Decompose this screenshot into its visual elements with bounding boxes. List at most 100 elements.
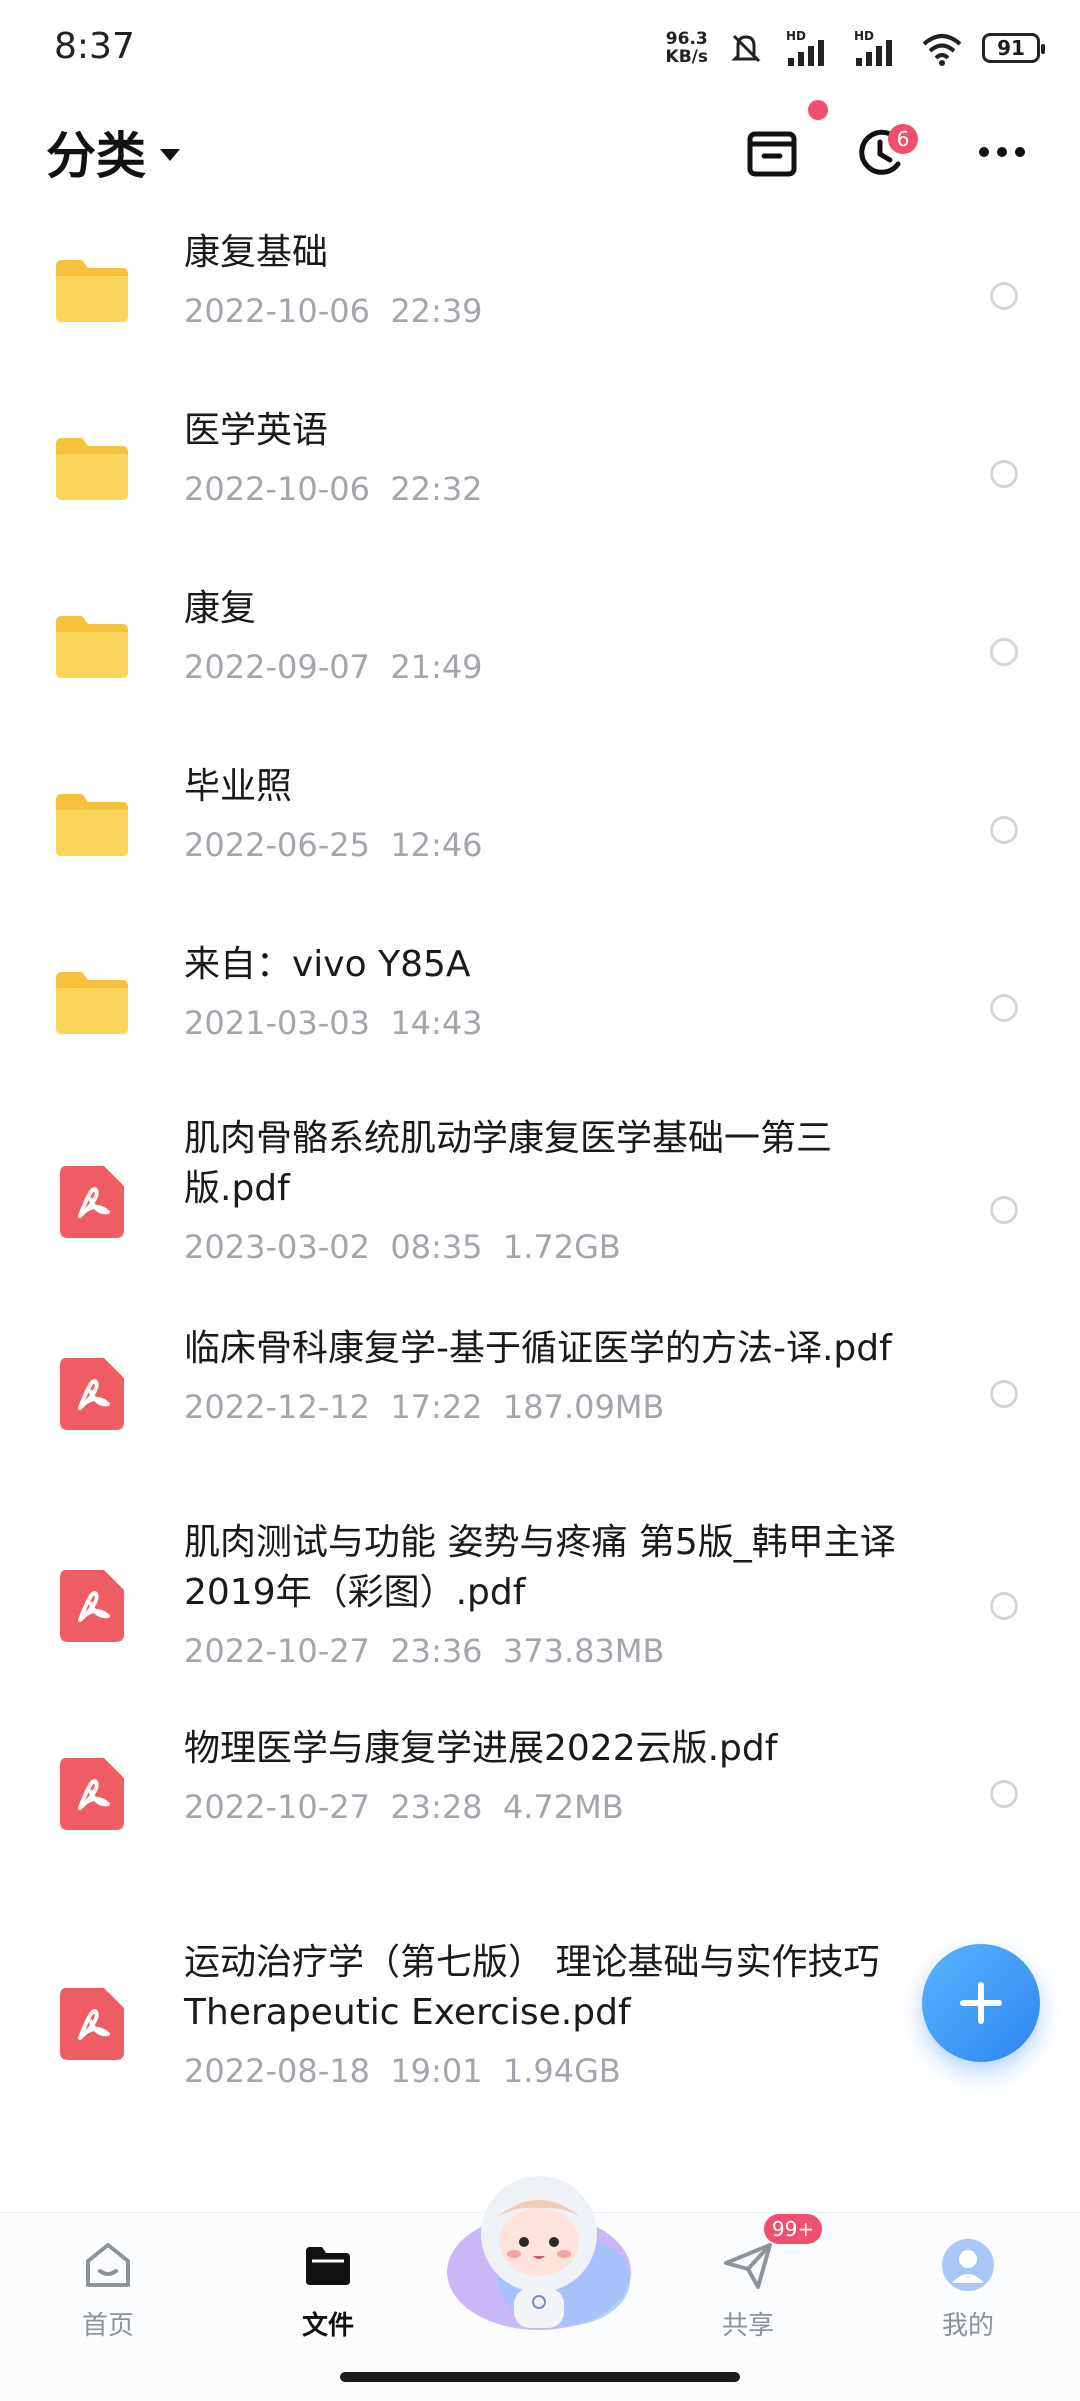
nav-files-label: 文件 <box>301 2311 354 2341</box>
file-time: 22:32 <box>390 470 483 508</box>
send-icon <box>724 2243 772 2289</box>
file-time: 23:36 <box>390 1632 483 1670</box>
file-time: 19:01 <box>390 2052 483 2090</box>
file-date: 2022-12-12 <box>184 1388 370 1426</box>
signal-label-1: HD <box>786 29 806 43</box>
file-name: 医学英语 <box>184 410 329 451</box>
file-date: 2022-09-07 <box>184 648 370 686</box>
file-time: 12:46 <box>390 826 483 864</box>
folder-icon <box>306 2247 350 2285</box>
nav-mine-label: 我的 <box>941 2311 994 2341</box>
pdf-icon <box>60 1570 124 1642</box>
file-name: 肌肉骨骼系统肌动学康复医学基础一第三版.pdf <box>184 1118 833 1209</box>
signal-icon-1: HD <box>786 29 824 66</box>
file-name: 肌肉测试与功能 姿势与疼痛 第5版_韩甲主译2019年（彩图）.pdf <box>184 1522 896 1613</box>
avatar-icon <box>942 2239 994 2291</box>
status-bar: 8:37 96.3 KB/s HD HD 91 <box>0 0 1080 100</box>
select-checkbox[interactable] <box>990 1592 1018 1620</box>
network-speed-value: 96.3 <box>665 29 708 49</box>
list-item[interactable]: 物理医学与康复学进展2022云版.pdf 2022-10-27 23:28 4.… <box>0 1710 1080 1900</box>
file-size: 1.94GB <box>502 2052 621 2090</box>
file-size: 4.72MB <box>502 1788 624 1826</box>
file-name: 来自：vivo Y85A <box>184 944 471 985</box>
select-checkbox[interactable] <box>990 994 1018 1022</box>
pdf-icon <box>60 1358 124 1430</box>
home-indicator <box>340 2372 740 2382</box>
list-item[interactable]: 康复 2022-09-07 21:49 <box>0 566 1080 744</box>
file-name: 康复 <box>184 588 257 629</box>
file-date: 2022-06-25 <box>184 826 370 864</box>
select-checkbox[interactable] <box>990 638 1018 666</box>
nav-mine[interactable]: 我的 <box>908 2237 1028 2342</box>
file-meta: 2022-06-25 12:46 <box>184 826 483 864</box>
list-item[interactable]: 运动治疗学（第七版） 理论基础与实作技巧Therapeutic Exercise… <box>0 1900 1080 2120</box>
file-date: 2021-03-03 <box>184 1004 370 1042</box>
select-checkbox[interactable] <box>990 282 1018 310</box>
file-date: 2022-10-27 <box>184 1632 370 1670</box>
file-meta: 2022-08-18 19:01 1.94GB <box>184 2052 621 2090</box>
file-name: 临床骨科康复学-基于循证医学的方法-译.pdf <box>184 1328 892 1369</box>
file-time: 23:28 <box>390 1788 483 1826</box>
select-checkbox[interactable] <box>990 816 1018 844</box>
file-time: 17:22 <box>390 1388 483 1426</box>
archive-icon[interactable] <box>740 120 804 184</box>
select-checkbox[interactable] <box>990 1380 1018 1408</box>
file-meta: 2022-12-12 17:22 187.09MB <box>184 1388 664 1426</box>
file-date: 2022-10-27 <box>184 1788 370 1826</box>
nav-home-label: 首页 <box>81 2311 134 2341</box>
folder-icon <box>56 438 128 500</box>
nav-share-label: 共享 <box>721 2311 774 2341</box>
list-item[interactable]: 毕业照 2022-06-25 12:46 <box>0 744 1080 922</box>
add-button[interactable] <box>922 1944 1040 2062</box>
category-dropdown[interactable]: 分类 <box>46 116 180 188</box>
mute-icon <box>731 34 761 63</box>
battery-level: 91 <box>997 36 1025 60</box>
file-time: 08:35 <box>390 1228 483 1266</box>
file-meta: 2023-03-02 08:35 1.72GB <box>184 1228 621 1266</box>
folder-icon <box>56 972 128 1034</box>
plus-icon <box>960 1982 1002 2024</box>
select-checkbox[interactable] <box>990 1196 1018 1224</box>
more-icon[interactable] <box>970 120 1034 184</box>
file-date: 2022-08-18 <box>184 2052 370 2090</box>
list-item[interactable]: 肌肉骨骼系统肌动学康复医学基础一第三版.pdf 2023-03-02 08:35… <box>0 1100 1080 1310</box>
file-time: 22:39 <box>390 292 483 330</box>
list-item[interactable]: 临床骨科康复学-基于循证医学的方法-译.pdf 2022-12-12 17:22… <box>0 1310 1080 1480</box>
list-item[interactable]: 来自：vivo Y85A 2021-03-03 14:43 <box>0 922 1080 1100</box>
folder-icon <box>56 260 128 322</box>
network-speed-unit: KB/s <box>665 47 708 67</box>
file-meta: 2022-10-06 22:39 <box>184 292 483 330</box>
file-meta: 2022-09-07 21:49 <box>184 648 483 686</box>
list-item[interactable]: 肌肉测试与功能 姿势与疼痛 第5版_韩甲主译2019年（彩图）.pdf 2022… <box>0 1480 1080 1710</box>
network-speed: 96.3 KB/s <box>666 30 708 66</box>
file-time: 21:49 <box>390 648 483 686</box>
file-size: 187.09MB <box>502 1388 665 1426</box>
wifi-icon <box>922 34 962 66</box>
home-icon <box>86 2243 130 2287</box>
pdf-icon <box>60 1166 124 1238</box>
mascot-assistant-icon[interactable] <box>444 2162 634 2332</box>
share-badge: 99+ <box>764 2214 822 2244</box>
nav-home[interactable]: 首页 <box>48 2237 168 2342</box>
file-date: 2022-10-06 <box>184 470 370 508</box>
folder-icon <box>56 794 128 856</box>
list-item[interactable]: 医学英语 2022-10-06 22:32 <box>0 388 1080 566</box>
nav-share[interactable]: 共享 <box>688 2237 808 2342</box>
file-name: 运动治疗学（第七版） 理论基础与实作技巧Therapeutic Exercise… <box>184 1942 880 2033</box>
notification-dot <box>808 100 828 120</box>
battery-indicator: 91 <box>982 33 1045 63</box>
select-checkbox[interactable] <box>990 460 1018 488</box>
pdf-icon <box>60 1758 124 1830</box>
status-time: 8:37 <box>54 26 135 67</box>
list-item[interactable]: 康复基础 2022-10-06 22:39 <box>0 210 1080 388</box>
folder-icon <box>56 616 128 678</box>
file-meta: 2021-03-03 14:43 <box>184 1004 483 1042</box>
file-meta: 2022-10-27 23:36 373.83MB <box>184 1632 664 1670</box>
file-meta: 2022-10-06 22:32 <box>184 470 483 508</box>
file-name: 康复基础 <box>184 232 329 273</box>
file-meta: 2022-10-27 23:28 4.72MB <box>184 1788 624 1826</box>
file-time: 14:43 <box>390 1004 483 1042</box>
select-checkbox[interactable] <box>990 1780 1018 1808</box>
nav-files[interactable]: 文件 <box>268 2237 388 2342</box>
status-icons: 96.3 KB/s HD HD 91 <box>666 26 1045 70</box>
